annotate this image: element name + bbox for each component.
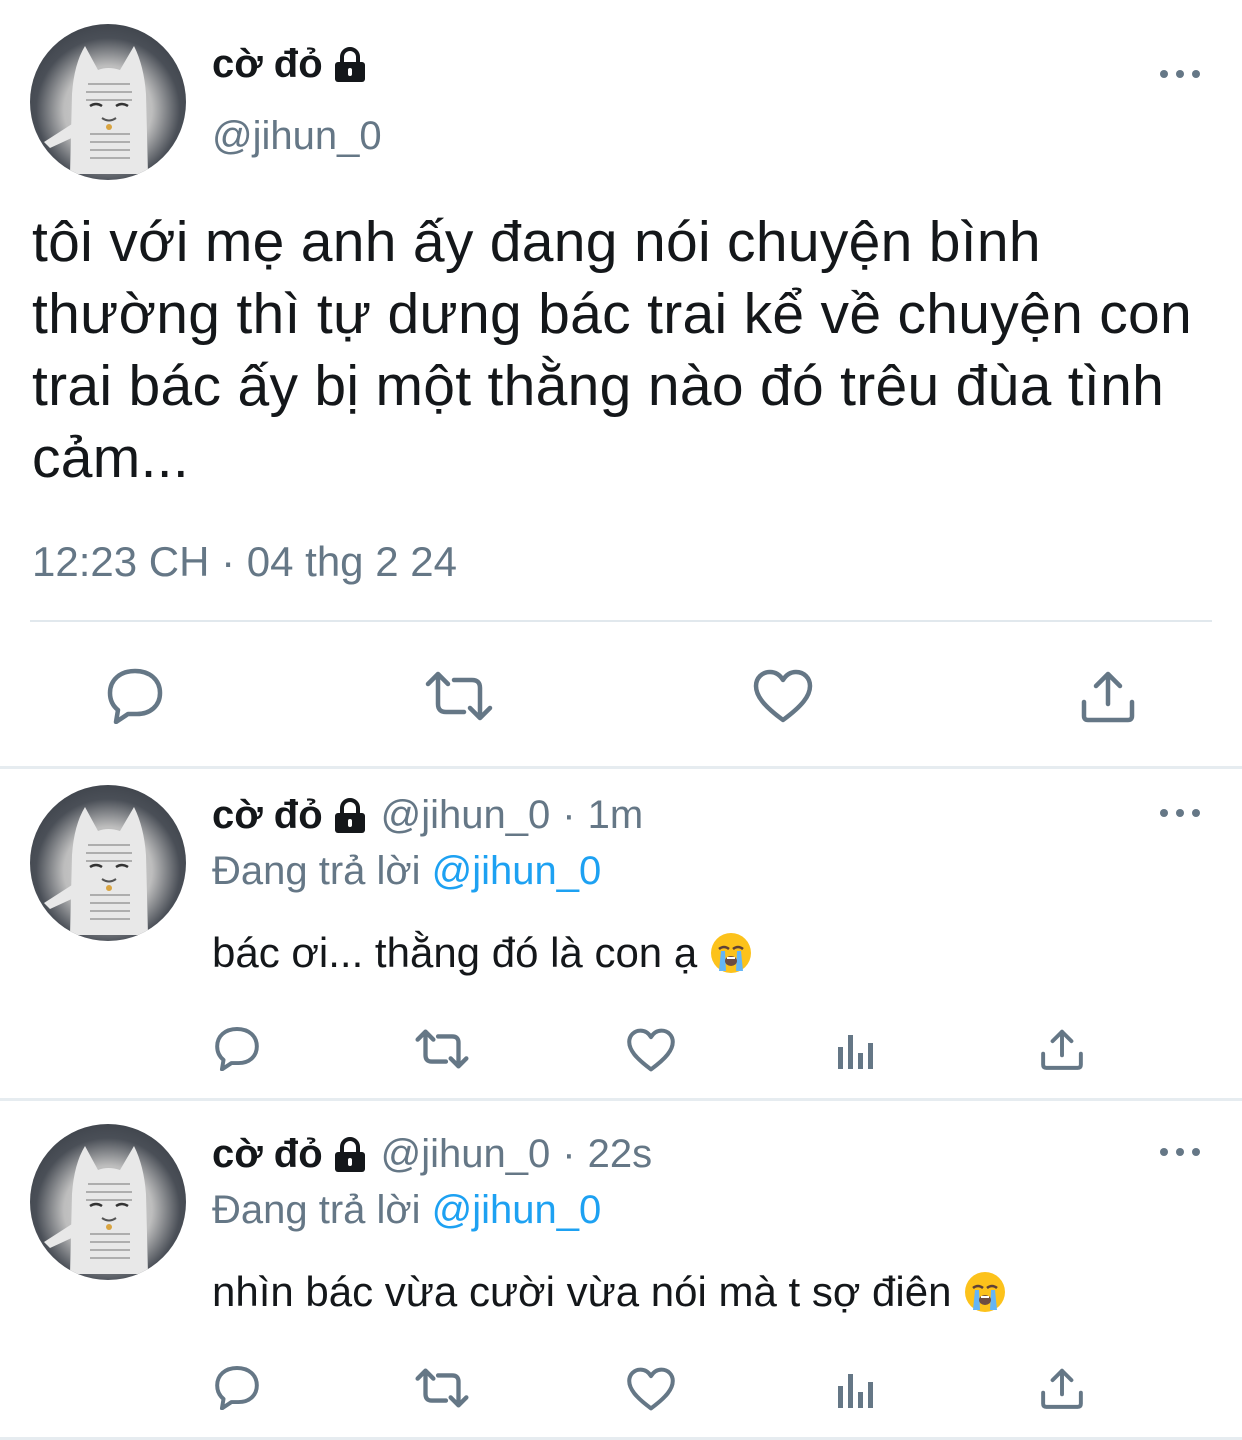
author-name-row[interactable]: cờ đỏ: [212, 42, 367, 87]
divider: [30, 620, 1212, 622]
replying-prefix: Đang trả lời: [212, 1188, 421, 1232]
more-icon[interactable]: [1160, 803, 1200, 823]
reply-time[interactable]: 1m: [588, 793, 644, 838]
share-icon[interactable]: [1040, 1027, 1084, 1071]
avatar[interactable]: [30, 785, 186, 941]
mention-link[interactable]: @jihun_0: [432, 849, 602, 893]
reply-header: cờ đỏ @jihun_0 · 1m: [212, 793, 643, 838]
reply-icon[interactable]: [106, 666, 164, 724]
like-icon[interactable]: [752, 668, 814, 724]
reply-icon[interactable]: [214, 1025, 260, 1071]
reply-text-row: bác ơi... thằng đó là con ạ: [212, 929, 753, 977]
author-name[interactable]: cờ đỏ: [212, 793, 323, 838]
cat-avatar-icon: [44, 807, 148, 935]
like-icon[interactable]: [626, 1366, 676, 1412]
share-icon[interactable]: [1040, 1366, 1084, 1410]
reply-icon[interactable]: [214, 1364, 260, 1410]
cat-avatar-icon: [44, 1146, 148, 1274]
retweet-icon[interactable]: [424, 668, 494, 724]
avatar[interactable]: [30, 1124, 186, 1280]
divider: [0, 1098, 1242, 1101]
tweet-timestamp[interactable]: 12:23 CH · 04 thg 2 24: [32, 538, 457, 586]
retweet-icon[interactable]: [414, 1027, 470, 1071]
analytics-icon[interactable]: [836, 1370, 876, 1410]
lock-icon: [334, 46, 365, 82]
reply-text-row: nhìn bác vừa cười vừa nói mà t sợ điên: [212, 1268, 1007, 1316]
like-icon[interactable]: [626, 1027, 676, 1073]
main-tweet: cờ đỏ @jihun_0 tôi với mẹ anh ấy đang nó…: [0, 0, 1242, 768]
reply-text: bác ơi... thằng đó là con ạ: [212, 929, 698, 976]
lock-icon: [334, 797, 365, 833]
more-icon[interactable]: [1160, 64, 1200, 84]
avatar[interactable]: [30, 24, 186, 180]
author-name[interactable]: cờ đỏ: [212, 42, 323, 87]
separator-dot: ·: [562, 1132, 576, 1176]
reply-text: nhìn bác vừa cười vừa nói mà t sợ điên: [212, 1268, 952, 1315]
author-handle[interactable]: @jihun_0: [381, 1132, 551, 1177]
analytics-icon[interactable]: [836, 1031, 876, 1071]
replying-to: Đang trả lời @jihun_0: [212, 1188, 601, 1233]
reply-tweet[interactable]: cờ đỏ @jihun_0 · 1m Đang trả lời @jihun_…: [0, 769, 1242, 1099]
replying-to: Đang trả lời @jihun_0: [212, 849, 601, 894]
reply-header: cờ đỏ @jihun_0 · 22s: [212, 1132, 652, 1177]
mention-link[interactable]: @jihun_0: [432, 1188, 602, 1232]
tweet-text: tôi với mẹ anh ấy đang nói chuyện bình t…: [32, 210, 1193, 490]
reply-tweet[interactable]: cờ đỏ @jihun_0 · 22s Đang trả lời @jihun…: [0, 1108, 1242, 1438]
replying-prefix: Đang trả lời: [212, 849, 421, 893]
author-handle[interactable]: @jihun_0: [212, 114, 382, 159]
cat-avatar-icon: [44, 46, 148, 174]
separator-dot: ·: [562, 793, 576, 837]
loudly-crying-face-icon: [711, 933, 752, 973]
author-name[interactable]: cờ đỏ: [212, 1132, 323, 1177]
author-handle[interactable]: @jihun_0: [381, 793, 551, 838]
reply-time[interactable]: 22s: [588, 1132, 653, 1177]
more-icon[interactable]: [1160, 1142, 1200, 1162]
lock-icon: [334, 1136, 365, 1172]
share-icon[interactable]: [1080, 668, 1136, 724]
retweet-icon[interactable]: [414, 1366, 470, 1410]
loudly-crying-face-icon: [965, 1272, 1006, 1312]
